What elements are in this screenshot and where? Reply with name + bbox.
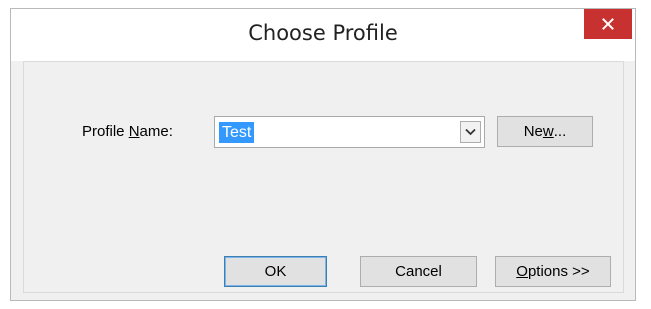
profile-name-value: Test <box>219 122 255 143</box>
close-icon <box>602 18 614 30</box>
choose-profile-dialog: Choose Profile Profile Name: Test Ne w...… <box>10 8 636 301</box>
ok-button[interactable]: OK <box>224 256 327 287</box>
profile-name-combobox[interactable]: Test <box>214 116 485 148</box>
accelerator-key: N <box>128 123 140 140</box>
options-button[interactable]: Options >> <box>495 256 611 287</box>
dialog-body: Profile Name: Test Ne w... OK Cancel Opti… <box>23 61 624 293</box>
dropdown-button[interactable] <box>460 121 481 143</box>
title-bar[interactable]: Choose Profile <box>11 9 635 61</box>
new-button[interactable]: Ne w... <box>497 116 593 147</box>
close-button[interactable] <box>584 9 632 39</box>
dialog-title: Choose Profile <box>248 21 398 45</box>
cancel-button[interactable]: Cancel <box>360 256 477 287</box>
profile-name-label: Profile Name: <box>82 123 173 140</box>
chevron-down-icon <box>465 128 476 136</box>
